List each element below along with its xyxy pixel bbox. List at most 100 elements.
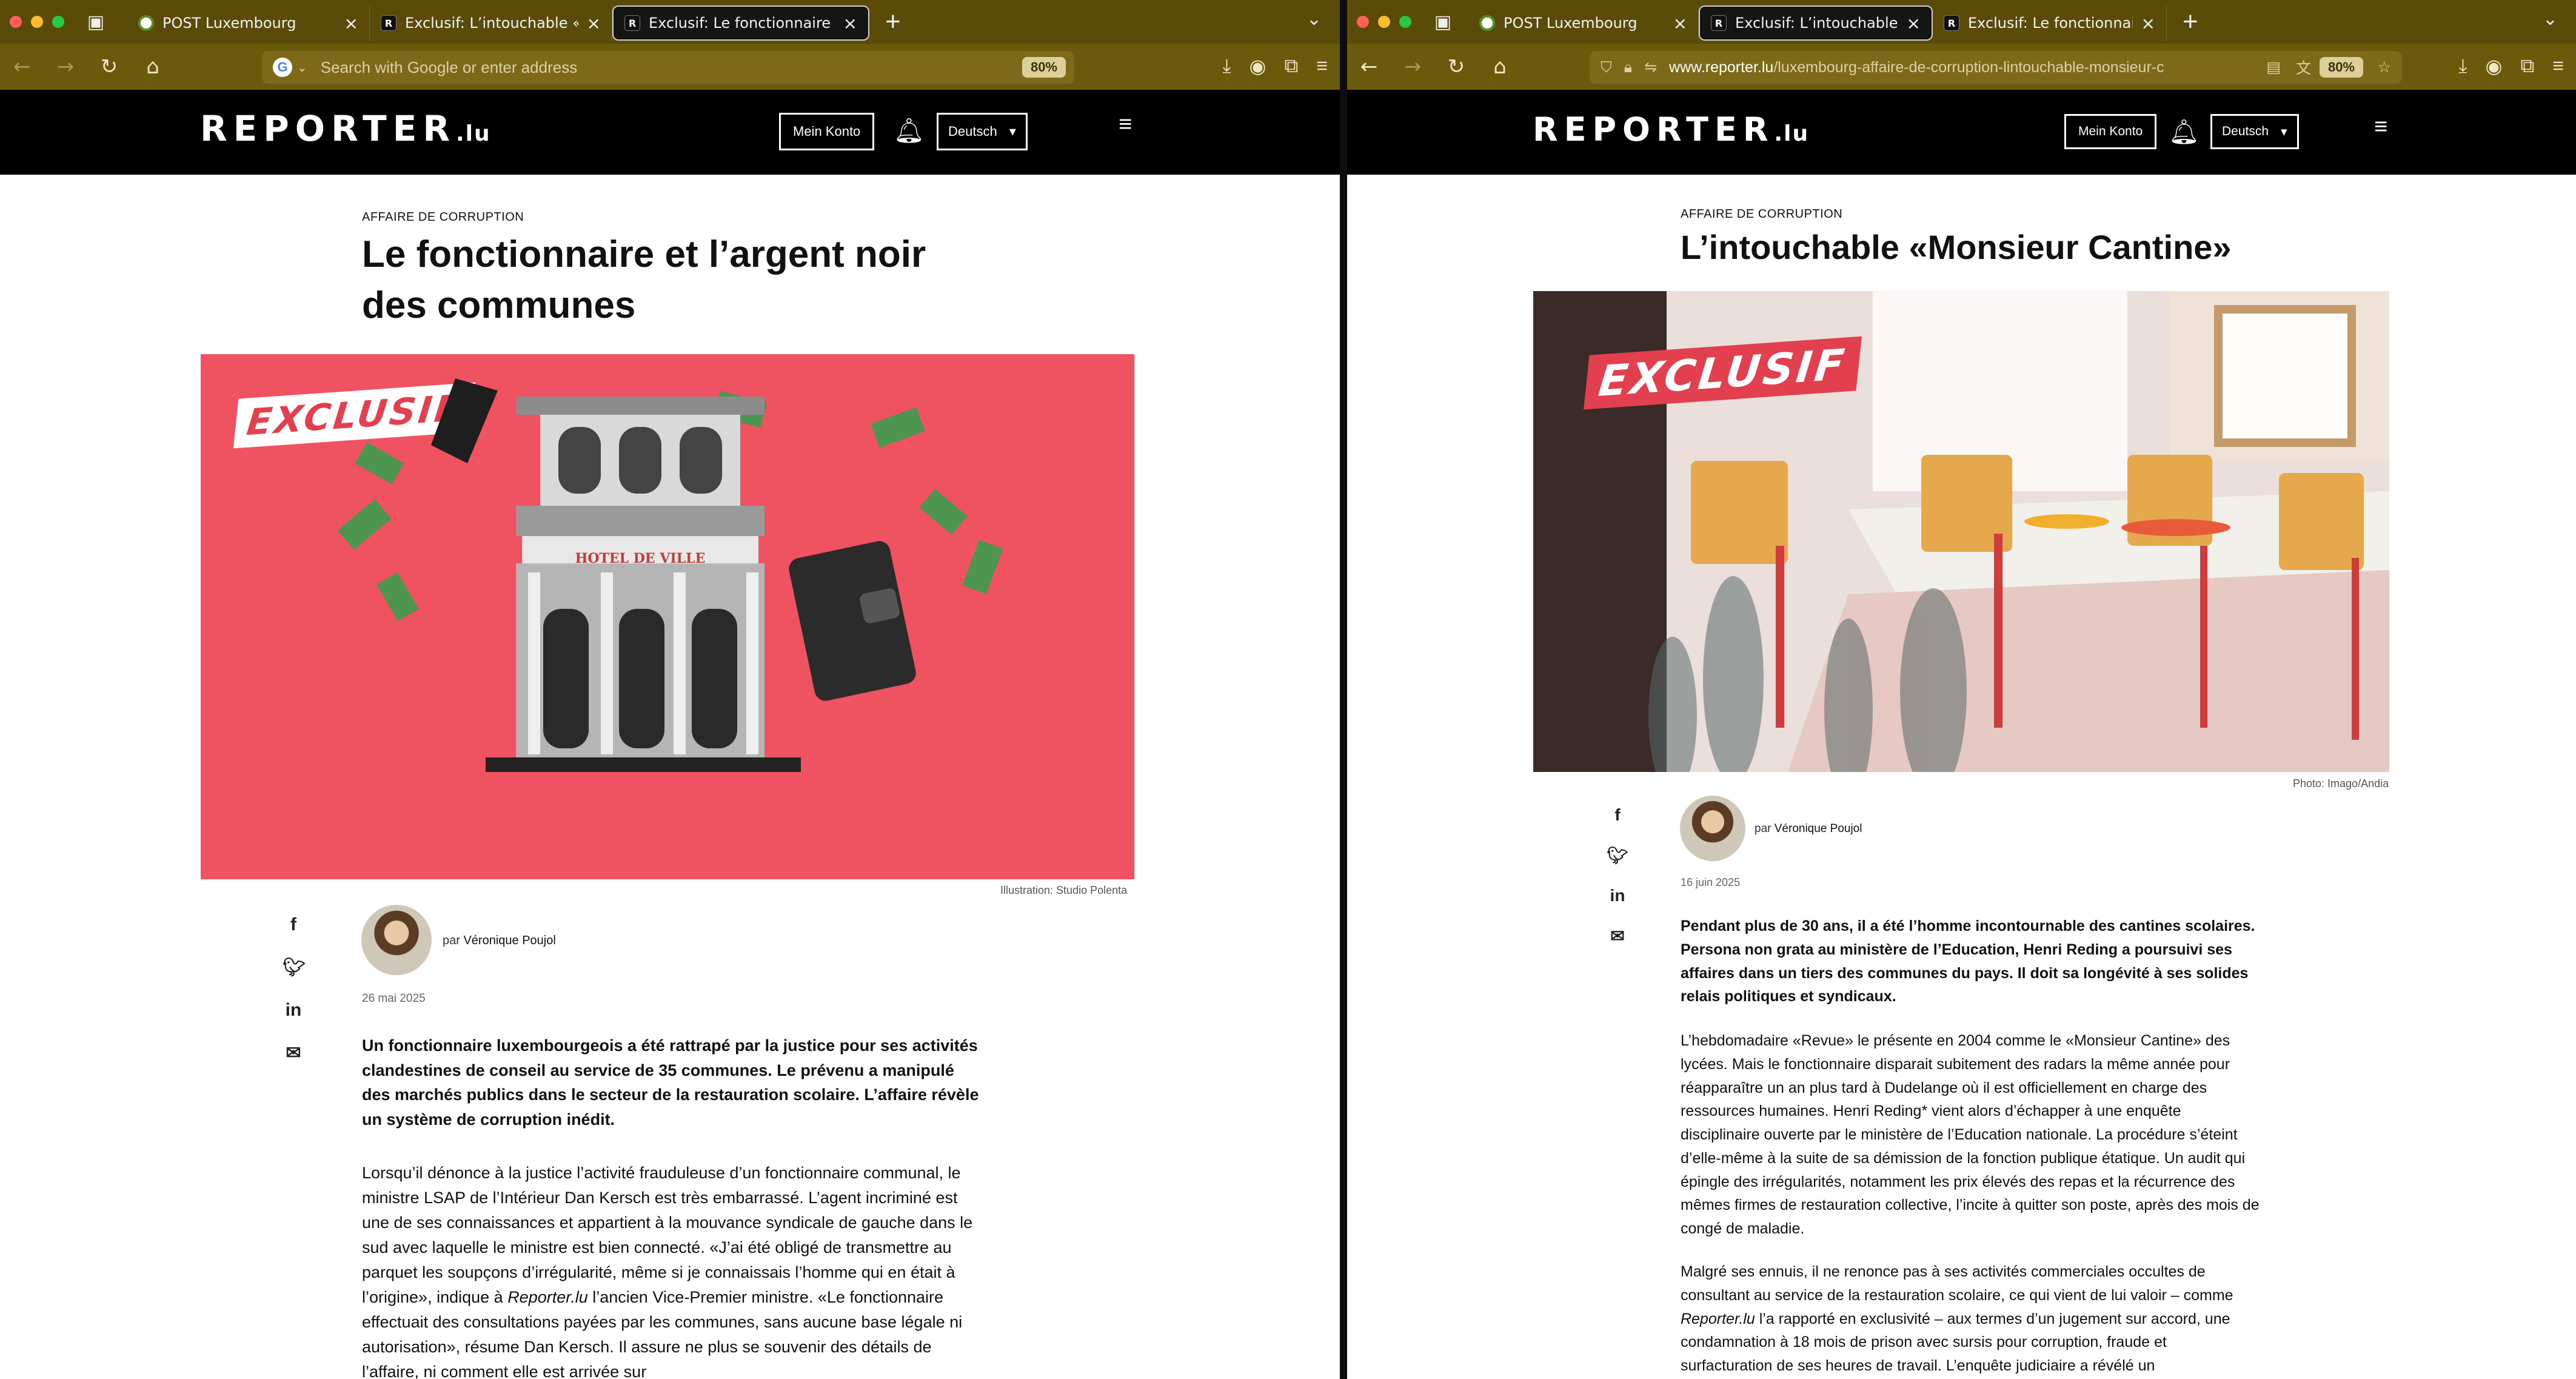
menu-icon[interactable]: ≡ xyxy=(1316,55,1328,78)
hotel-de-ville-sign: HOTEL DE VILLE xyxy=(575,551,706,566)
bookmark-star-icon[interactable]: ☆ xyxy=(2378,58,2391,76)
twitter-icon[interactable]: 🐦︎ xyxy=(1607,845,1628,865)
notification-bell-icon[interactable]: 🔔︎ xyxy=(2169,118,2200,146)
address-bar[interactable]: G ⌄ Search with Google or enter address … xyxy=(262,51,1074,84)
article-title: Le fonctionnaire et l’argent noir des co… xyxy=(362,233,926,327)
reader-view-icon[interactable]: ▤ xyxy=(2266,58,2281,76)
home-button[interactable]: ⌂ xyxy=(131,55,175,79)
tab-label: POST Luxembourg xyxy=(1504,15,1638,32)
language-select[interactable]: Deutsch ▾ xyxy=(937,113,1028,150)
close-window-button[interactable] xyxy=(1357,16,1369,28)
image-caption: Illustration: Studio Polenta xyxy=(1000,884,1128,896)
reporter-favicon-icon: R xyxy=(624,15,640,31)
download-icon[interactable]: ⤓ xyxy=(1222,55,1231,78)
account-button[interactable]: Mein Konto xyxy=(779,113,875,150)
profile-icon[interactable]: ◉ xyxy=(2486,55,2503,78)
notification-bell-icon[interactable]: 🔔︎ xyxy=(894,116,925,145)
twitter-icon[interactable]: 🐦︎ xyxy=(283,957,306,978)
article-kicker[interactable]: AFFAIRE DE CORRUPTION xyxy=(362,210,524,224)
window-controls xyxy=(10,16,64,28)
profile-icon[interactable]: ◉ xyxy=(1250,55,1266,78)
facebook-icon[interactable]: f xyxy=(1607,805,1628,825)
window-controls xyxy=(1357,16,1411,28)
reporter-favicon-icon: R xyxy=(1711,15,1727,31)
reporter-emphasis: Reporter.lu xyxy=(507,1288,588,1307)
close-tab-icon[interactable]: × xyxy=(843,13,857,33)
tab-overview-icon[interactable]: ▣ xyxy=(76,2,115,41)
post-favicon-icon xyxy=(138,15,154,31)
new-tab-button[interactable]: + xyxy=(885,7,901,37)
close-tab-icon[interactable]: × xyxy=(1673,13,1687,33)
menu-icon[interactable]: ≡ xyxy=(2552,55,2564,78)
new-tab-button[interactable]: + xyxy=(2183,7,2198,37)
author-avatar[interactable] xyxy=(361,905,432,975)
dropdown-arrow-icon: ▾ xyxy=(1009,124,1016,139)
browser-window-right: ▣ POST Luxembourg × R Exclusif: L’intouc… xyxy=(1347,0,2576,1379)
account-button[interactable]: Mein Konto xyxy=(2064,114,2157,149)
article-kicker[interactable]: AFFAIRE DE CORRUPTION xyxy=(1681,207,1842,221)
tab-fonctionnaire-active[interactable]: R Exclusif: Le fonctionnaire et l’arg × xyxy=(612,5,869,41)
tab-overview-icon[interactable]: ▣ xyxy=(1423,2,1462,41)
close-window-button[interactable] xyxy=(10,16,22,28)
tab-list-chevron-icon[interactable]: ⌄ xyxy=(2543,8,2558,30)
tab-intouchable[interactable]: R Exclusif: L’intouchable «Monsie × xyxy=(370,5,612,41)
nav-toolbar: ← → ↻ ⌂ G ⌄ Search with Google or enter … xyxy=(0,44,1340,90)
back-button[interactable]: ← xyxy=(0,55,44,79)
linkedin-icon[interactable]: in xyxy=(283,1000,304,1021)
lock-icon[interactable]: 🔒︎ xyxy=(1624,59,1632,76)
zoom-level-badge[interactable]: 80% xyxy=(2319,57,2363,78)
minimize-window-button[interactable] xyxy=(31,16,43,28)
tab-list-chevron-icon[interactable]: ⌄ xyxy=(1306,8,1322,30)
article-lead: Un fonctionnaire luxembourgeois a été ra… xyxy=(362,1036,979,1129)
zoom-level-badge[interactable]: 80% xyxy=(1022,57,1066,78)
zoom-window-button[interactable] xyxy=(52,16,64,28)
address-bar[interactable]: ⛉ 🔒︎ ⇋ www.reporter.lu/luxembourg-affair… xyxy=(1590,51,2402,84)
close-tab-icon[interactable]: × xyxy=(587,13,601,33)
close-tab-icon[interactable]: × xyxy=(2141,13,2155,33)
byline: par Véronique Poujol xyxy=(443,934,556,948)
email-icon[interactable]: ✉ xyxy=(1607,926,1628,946)
reporter-logo[interactable]: REPORTER.lu xyxy=(200,108,491,149)
facebook-icon[interactable]: f xyxy=(283,914,304,935)
hamburger-menu-icon[interactable]: ≡ xyxy=(2374,114,2387,140)
forward-button[interactable]: → xyxy=(44,55,87,79)
site-settings-icon[interactable]: ⇋ xyxy=(1644,58,1657,76)
zoom-window-button[interactable] xyxy=(1399,16,1411,28)
paragraph-text: Malgré ses ennuis, il ne renonce pas à s… xyxy=(1681,1263,2233,1304)
reporter-favicon-icon: R xyxy=(1944,15,1959,31)
language-select[interactable]: Deutsch ▾ xyxy=(2210,114,2299,149)
reporter-logo[interactable]: REPORTER.lu xyxy=(1533,110,1809,149)
nav-toolbar: ← → ↻ ⌂ ⛉ 🔒︎ ⇋ www.reporter.lu/luxembour… xyxy=(1347,44,2576,90)
paragraph-text: Lorsqu’il dénonce à la justice l’activit… xyxy=(362,1164,973,1307)
close-tab-icon[interactable]: × xyxy=(1907,13,1921,33)
tab-post-luxembourg[interactable]: POST Luxembourg × xyxy=(127,5,370,41)
tab-post-luxembourg[interactable]: POST Luxembourg × xyxy=(1468,5,1699,41)
shield-icon[interactable]: ⛉ xyxy=(1601,59,1612,76)
home-button[interactable]: ⌂ xyxy=(1478,55,1522,79)
share-bar: f 🐦︎ in ✉ xyxy=(1607,805,1628,946)
hamburger-menu-icon[interactable]: ≡ xyxy=(1119,112,1132,138)
translate-icon[interactable]: 文 xyxy=(2296,56,2311,78)
email-icon[interactable]: ✉ xyxy=(283,1042,304,1064)
author-link[interactable]: Véronique Poujol xyxy=(1775,822,1862,835)
search-engine-chevron-icon[interactable]: ⌄ xyxy=(297,60,307,75)
linkedin-icon[interactable]: in xyxy=(1607,886,1628,905)
tab-fonctionnaire[interactable]: R Exclusif: Le fonctionnaire et l’ar × xyxy=(1933,5,2167,41)
back-button[interactable]: ← xyxy=(1347,55,1391,79)
site-header: REPORTER.lu Mein Konto 🔔︎ Deutsch ▾ ≡ xyxy=(1347,90,2576,175)
author-link[interactable]: Véronique Poujol xyxy=(463,934,555,947)
download-icon[interactable]: ⤓ xyxy=(2458,55,2467,78)
close-tab-icon[interactable]: × xyxy=(344,13,358,33)
forward-button[interactable]: → xyxy=(1391,55,1434,79)
window-divider xyxy=(1340,0,1347,1379)
tab-intouchable-active[interactable]: R Exclusif: L’intouchable «Monsie × xyxy=(1699,5,1933,41)
tab-label: Exclusif: Le fonctionnaire et l’arg xyxy=(649,15,835,32)
reload-button[interactable]: ↻ xyxy=(1434,55,1478,79)
reload-button[interactable]: ↻ xyxy=(87,55,131,79)
extensions-icon[interactable]: ⧉ xyxy=(1284,55,1298,78)
address-placeholder: Search with Google or enter address xyxy=(320,58,578,76)
minimize-window-button[interactable] xyxy=(1378,16,1390,28)
author-avatar[interactable] xyxy=(1680,796,1745,861)
site-header: REPORTER.lu Mein Konto 🔔︎ Deutsch ▾ ≡ xyxy=(0,90,1340,175)
extensions-icon[interactable]: ⧉ xyxy=(2520,55,2534,78)
